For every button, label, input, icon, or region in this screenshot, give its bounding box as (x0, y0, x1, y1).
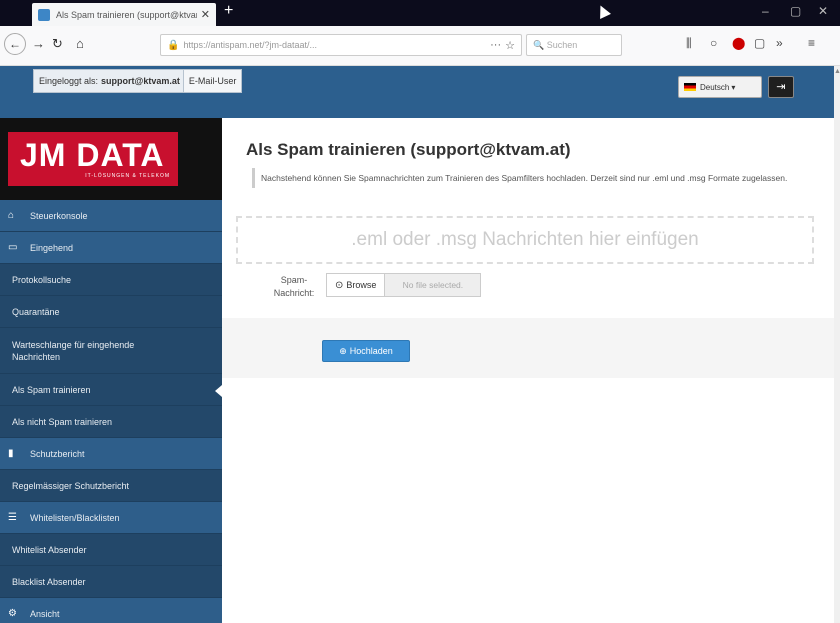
app-header: Eingeloggt als: support@ktvam.at E-Mail-… (0, 66, 834, 118)
gear-icon: ⚙ (8, 608, 17, 619)
jm-data-logo: JM DATA IT-LÖSUNGEN & TELEKOM (8, 132, 178, 186)
page-title: Als Spam trainieren (support@ktvam.at) (246, 140, 571, 159)
adblock-icon[interactable]: ⬤ (732, 36, 745, 50)
file-dropzone[interactable]: .eml oder .msg Nachrichten hier einfügen (236, 216, 814, 264)
menu-icon[interactable]: ≡ (808, 36, 815, 50)
scroll-up-icon[interactable]: ▲ (834, 68, 840, 75)
login-label: Eingeloggt als: (39, 76, 99, 86)
language-label: Deutsch (700, 82, 730, 92)
overflow-icon[interactable]: » (776, 36, 783, 50)
german-flag-icon (684, 83, 696, 91)
logo-area: JM DATA IT-LÖSUNGEN & TELEKOM (0, 118, 222, 200)
new-tab-icon[interactable]: + (224, 2, 233, 20)
sidebar-item-als-spam-trainieren[interactable]: Als Spam trainieren (0, 374, 222, 406)
sidebar-item-quarantaene[interactable]: Quarantäne (0, 296, 222, 328)
sidebar-item-whitelisten-blacklisten[interactable]: ☰ Whitelisten/Blacklisten (0, 502, 222, 534)
reload-icon[interactable]: ↻ (52, 36, 63, 52)
sidebar: JM DATA IT-LÖSUNGEN & TELEKOM ⌂ Steuerko… (0, 118, 222, 623)
container-icon[interactable]: ▢ (754, 36, 765, 50)
sidebar-item-protokollsuche[interactable]: Protokollsuche (0, 264, 222, 296)
login-info: Eingeloggt als: support@ktvam.at E-Mail-… (33, 69, 243, 93)
login-user: support@ktvam.at (101, 76, 180, 86)
browser-tab[interactable]: Als Spam trainieren (support@ktvam.at) ✕ (32, 3, 216, 26)
site-favicon-icon (38, 8, 50, 21)
sidebar-item-blacklist-absender[interactable]: Blacklist Absender (0, 566, 222, 598)
camera-icon: ⊙ (335, 279, 344, 291)
list-icon: ☰ (8, 512, 17, 523)
browser-tab-bar: Als Spam trainieren (support@ktvam.at) ✕… (0, 0, 840, 26)
login-type: E-Mail-User (182, 70, 242, 92)
browser-search-input[interactable]: 🔍 Suchen (526, 34, 622, 56)
search-icon: 🔍 (533, 40, 547, 50)
library-icon[interactable]: ⫼ (686, 36, 692, 51)
language-dropdown[interactable]: Deutsch ▾ (678, 76, 762, 98)
sidebar-item-warteschlange[interactable]: Warteschlange für eingehende Nachrichten (0, 328, 222, 374)
forward-icon[interactable]: → (32, 36, 45, 51)
back-icon[interactable]: ← (4, 33, 26, 55)
url-bar[interactable]: 🔒 https://antispam.net/?jm-dataat/... ··… (160, 34, 522, 56)
upload-button[interactable]: ⊕ Hochladen (322, 340, 410, 362)
sync-icon[interactable]: ○ (710, 36, 717, 50)
maximize-icon[interactable]: ▢ (790, 4, 801, 18)
home-browser-icon[interactable]: ⌂ (76, 36, 84, 51)
sidebar-item-ansicht[interactable]: ⚙ Ansicht (0, 598, 222, 623)
sidebar-item-steuerkonsole[interactable]: ⌂ Steuerkonsole (0, 200, 222, 232)
file-icon: ▮ (8, 448, 14, 459)
inbox-icon: ▭ (8, 242, 18, 253)
sidebar-item-schutzbericht[interactable]: ▮ Schutzbericht (0, 438, 222, 470)
sidebar-item-regelmaessiger-schutzbericht[interactable]: Regelmässiger Schutzbericht (0, 470, 222, 502)
close-window-icon[interactable]: ✕ (818, 4, 828, 18)
page-scrollbar[interactable] (834, 66, 840, 623)
browse-button[interactable]: ⊙ Browse (326, 273, 386, 297)
page-actions-icon[interactable]: ··· (490, 39, 501, 51)
file-status: No file selected. (385, 273, 482, 297)
mouse-cursor-icon (595, 3, 611, 19)
chevron-down-icon: ▾ (731, 82, 736, 92)
spam-message-label: Spam-Nachricht: (273, 275, 315, 298)
home-icon: ⌂ (8, 210, 15, 221)
info-text: Nachstehend können Sie Spamnachrichten z… (252, 168, 818, 188)
tab-title: Als Spam trainieren (support@ktvam.at) (56, 9, 197, 20)
upload-icon: ⊕ (339, 345, 347, 356)
minimize-icon[interactable]: – (762, 4, 769, 18)
sidebar-item-als-nicht-spam-trainieren[interactable]: Als nicht Spam trainieren (0, 406, 222, 438)
form-footer (222, 318, 834, 378)
url-text: https://antispam.net/?jm-dataat/... (183, 40, 318, 50)
browser-nav-bar: ← → ↻ ⌂ 🔒 https://antispam.net/?jm-dataa… (0, 26, 840, 66)
sidebar-item-eingehend[interactable]: ▭ Eingehend (0, 232, 222, 264)
close-tab-icon[interactable]: ✕ (201, 8, 210, 21)
file-input[interactable]: ⊙ Browse No file selected. (326, 273, 482, 297)
sidebar-item-whitelist-absender[interactable]: Whitelist Absender (0, 534, 222, 566)
lock-icon: 🔒 (167, 39, 180, 51)
main-content: Als Spam trainieren (support@ktvam.at) N… (222, 118, 834, 623)
logout-button[interactable]: ⇥ (768, 76, 794, 98)
bookmark-star-icon[interactable]: ☆ (505, 39, 515, 52)
logout-icon: ⇥ (776, 81, 786, 93)
